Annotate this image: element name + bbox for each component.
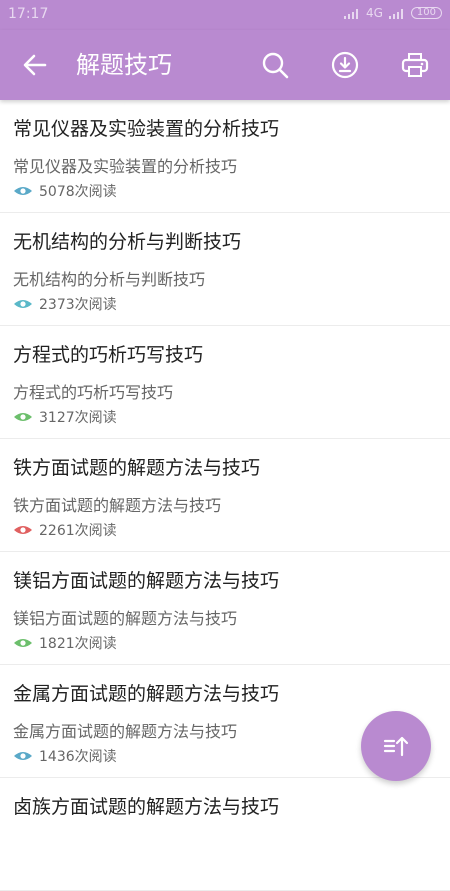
signal-icon — [343, 8, 360, 19]
article-title: 方程式的巧析巧写技巧 — [13, 344, 204, 366]
app-bar: 解题技巧 — [0, 30, 450, 100]
views-count: 2261次阅读 — [39, 523, 117, 539]
views-count: 1821次阅读 — [39, 636, 117, 652]
article-summary: 无机结构的分析与判断技巧 — [13, 270, 206, 289]
signal-icon-2 — [388, 8, 405, 19]
article-title: 铁方面试题的解题方法与技巧 — [13, 457, 261, 479]
article-item[interactable]: 镁铝方面试题的解题方法与技巧 镁铝方面试题的解题方法与技巧 1821次阅读 — [0, 552, 450, 665]
article-summary: 铁方面试题的解题方法与技巧 — [13, 496, 222, 515]
article-title: 镁铝方面试题的解题方法与技巧 — [13, 570, 280, 592]
eye-icon — [14, 300, 32, 308]
article-title: 无机结构的分析与判断技巧 — [13, 231, 242, 253]
battery-icon: 100 — [410, 7, 442, 19]
article-views: 2373次阅读 — [13, 294, 117, 314]
search-icon[interactable] — [260, 50, 290, 80]
article-item[interactable]: 方程式的巧析巧写技巧 方程式的巧析巧写技巧 3127次阅读 — [0, 326, 450, 439]
article-item[interactable]: 无机结构的分析与判断技巧 无机结构的分析与判断技巧 2373次阅读 — [0, 213, 450, 326]
article-item[interactable]: 常见仪器及实验装置的分析技巧 常见仪器及实验装置的分析技巧 5078次阅读 — [0, 100, 450, 213]
scroll-to-top-button[interactable] — [361, 711, 431, 781]
eye-icon — [14, 187, 32, 195]
page-title: 解题技巧 — [76, 51, 172, 79]
article-title: 常见仪器及实验装置的分析技巧 — [13, 118, 280, 140]
eye-icon — [14, 639, 32, 647]
article-summary: 方程式的巧析巧写技巧 — [13, 383, 174, 402]
eye-icon — [14, 526, 32, 534]
print-icon[interactable] — [400, 50, 430, 80]
status-bar: 17:17 4G 100 — [0, 0, 450, 30]
article-item[interactable]: 卤族方面试题的解题方法与技巧 — [0, 778, 450, 891]
article-summary: 常见仪器及实验装置的分析技巧 — [13, 157, 238, 176]
article-summary: 镁铝方面试题的解题方法与技巧 — [13, 609, 238, 628]
article-item[interactable]: 铁方面试题的解题方法与技巧 铁方面试题的解题方法与技巧 2261次阅读 — [0, 439, 450, 552]
views-count: 3127次阅读 — [39, 410, 117, 426]
article-views: 1821次阅读 — [13, 633, 117, 653]
article-title: 金属方面试题的解题方法与技巧 — [13, 683, 280, 705]
article-views: 1436次阅读 — [13, 746, 117, 766]
download-icon[interactable] — [330, 50, 360, 80]
views-count: 5078次阅读 — [39, 184, 117, 200]
status-time: 17:17 — [8, 6, 49, 22]
article-title: 卤族方面试题的解题方法与技巧 — [13, 796, 280, 818]
back-arrow-icon[interactable] — [20, 50, 50, 80]
eye-icon — [14, 413, 32, 421]
article-views: 3127次阅读 — [13, 407, 117, 427]
article-views: 5078次阅读 — [13, 181, 117, 201]
eye-icon — [14, 752, 32, 760]
network-type: 4G — [365, 6, 383, 20]
views-count: 1436次阅读 — [39, 749, 117, 765]
status-icons: 4G 100 — [343, 6, 442, 20]
article-summary: 金属方面试题的解题方法与技巧 — [13, 722, 238, 741]
article-views: 2261次阅读 — [13, 520, 117, 540]
views-count: 2373次阅读 — [39, 297, 117, 313]
sort-up-icon — [383, 736, 409, 757]
